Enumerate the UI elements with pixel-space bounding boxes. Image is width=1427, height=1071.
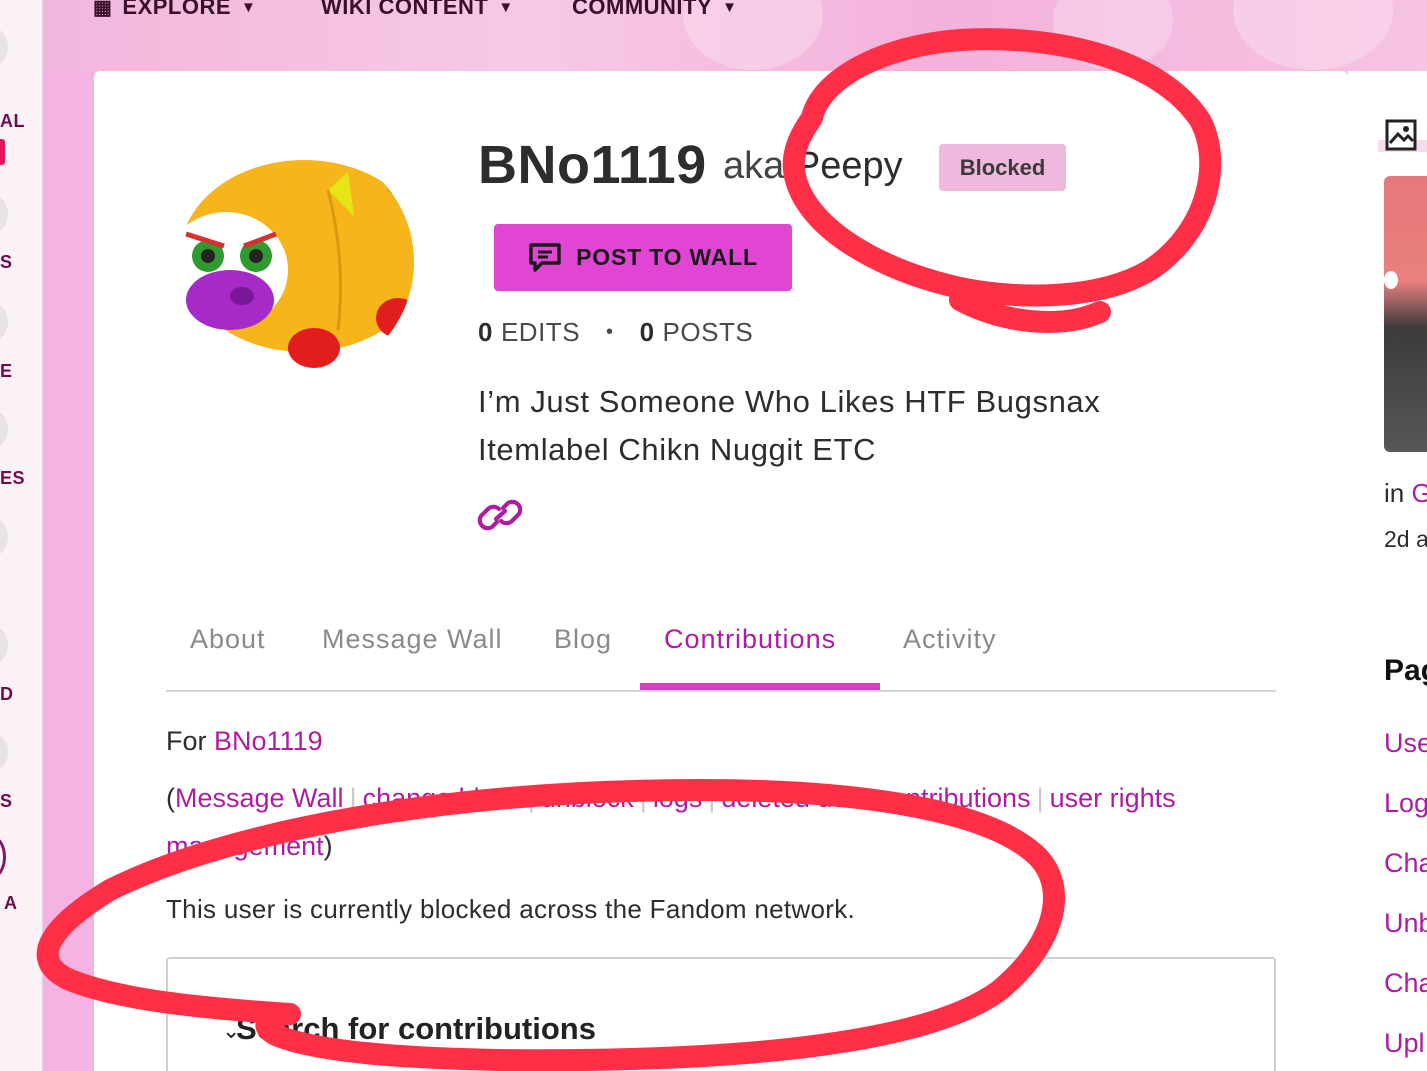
rail-tool-link[interactable]: Cha: [1384, 968, 1427, 999]
post-to-wall-button[interactable]: POST TO WALL: [494, 224, 792, 291]
tab-message-wall[interactable]: Message Wall: [322, 624, 503, 655]
posts-label: POSTS: [662, 317, 754, 347]
recent-image-thumbnail[interactable]: [1384, 176, 1427, 452]
user-avatar[interactable]: [178, 150, 430, 382]
bio-line: I’m Just Someone Who Likes HTF Bugsnax: [478, 384, 1101, 419]
post-to-wall-label: POST TO WALL: [576, 244, 758, 270]
message-wall-link[interactable]: Message Wall: [175, 783, 344, 813]
tab-about[interactable]: About: [190, 624, 266, 655]
rail-heading: Pag: [1384, 654, 1427, 687]
rail-icon[interactable]: [0, 733, 8, 771]
edits-count: 0: [478, 317, 493, 347]
rail-in-prefix: in: [1384, 478, 1405, 508]
rail-label[interactable]: A: [4, 893, 18, 914]
for-prefix: For: [166, 726, 207, 756]
link-separator: |: [639, 783, 647, 813]
rail-label[interactable]: ES: [0, 468, 25, 489]
banner-art: [1233, 0, 1393, 70]
nav-wiki-content-label: WIKI CONTENT: [321, 0, 489, 19]
nav-explore-label: EXPLORE: [122, 0, 232, 19]
rail-tool-link[interactable]: Use: [1384, 728, 1427, 759]
nav-community[interactable]: COMMUNITY ▼: [572, 0, 738, 20]
profile-username: BNo1119: [478, 135, 707, 195]
profile-stats: 0 EDITS • 0 POSTS: [478, 317, 753, 348]
for-user-link[interactable]: BNo1119: [214, 726, 323, 756]
rail-in-link[interactable]: G: [1411, 478, 1427, 508]
caret-down-icon: ▼: [498, 0, 514, 16]
tab-contributions[interactable]: Contributions: [664, 624, 836, 655]
aka-name: Peepy: [794, 145, 903, 187]
banner-art: [1053, 0, 1173, 70]
rail-tool-link[interactable]: Log: [1384, 788, 1427, 819]
nav-explore[interactable]: ▦ EXPLORE ▼: [93, 0, 256, 20]
rail-icon[interactable]: [0, 626, 8, 664]
blocked-notice: This user is currently blocked across th…: [166, 894, 856, 924]
profile-bio: I’m Just Someone Who Likes HTF Bugsnax I…: [478, 378, 1178, 474]
contributions-for: For BNo1119: [166, 726, 323, 757]
tab-blog[interactable]: Blog: [554, 624, 612, 655]
rail-icon[interactable]: [0, 195, 8, 233]
link-separator: |: [1036, 783, 1044, 813]
tab-activity[interactable]: Activity: [903, 624, 997, 655]
nav-wiki-content[interactable]: WIKI CONTENT ▼: [321, 0, 514, 20]
status-badge: Blocked: [939, 144, 1066, 191]
speech-bubble-icon: [529, 242, 561, 272]
user-tool-links: (Message Wall | change block | unblock | logs |…: [166, 783, 1176, 861]
logs-link[interactable]: logs: [653, 783, 703, 813]
aka-label: aka: [723, 145, 785, 187]
caret-down-icon: ▼: [722, 0, 738, 16]
rail-tool-link[interactable]: Upl: [1384, 1028, 1425, 1059]
caret-down-icon: ▼: [241, 0, 257, 16]
rail-label[interactable]: S: [0, 252, 13, 273]
rail-post-time: 2d a: [1384, 526, 1427, 552]
deleted-user-link[interactable]: deleted user: [721, 783, 870, 813]
unblock-link[interactable]: unblock: [541, 783, 634, 813]
rail-label[interactable]: S: [0, 791, 13, 812]
rail-label[interactable]: AL: [0, 111, 25, 132]
rail-tool-link[interactable]: Unb: [1384, 908, 1427, 939]
rail-icon[interactable]: [0, 28, 8, 66]
rail-icon[interactable]: [0, 303, 8, 341]
rail-icon[interactable]: [0, 410, 8, 448]
book-icon: ▦: [93, 0, 113, 19]
rail-tool-link[interactable]: Cha: [1384, 848, 1427, 879]
left-community-rail: AL S E ES D S A: [0, 0, 43, 1071]
profile-tabs: About Message Wall Blog Contributions Ac…: [166, 610, 1276, 692]
stats-separator: •: [606, 321, 614, 343]
bio-line: Itemlabel Chikn Nuggit ETC: [478, 432, 877, 467]
search-contributions-title[interactable]: Search for contributions: [236, 1011, 596, 1047]
rail-icon[interactable]: [0, 518, 8, 556]
profile-aka: aka Peepy: [723, 145, 903, 188]
notification-badge: [0, 139, 5, 165]
wiki-avatar-ring[interactable]: [0, 836, 6, 878]
link-separator: |: [527, 783, 535, 813]
link-icon[interactable]: [476, 491, 526, 539]
edits-label: EDITS: [500, 317, 581, 347]
link-separator: |: [349, 783, 357, 813]
community-header: ▦ EXPLORE ▼ WIKI CONTENT ▼ COMMUNITY ▼: [43, 0, 1427, 72]
deleted-contributions-link[interactable]: contributions: [877, 783, 1030, 813]
nav-community-label: COMMUNITY: [572, 0, 713, 19]
link-separator: |: [708, 783, 716, 813]
rail-post-meta: in G: [1384, 478, 1427, 509]
active-tab-indicator: [640, 683, 880, 690]
change-block-link[interactable]: change block: [363, 783, 522, 813]
rail-label[interactable]: D: [0, 684, 14, 705]
posts-count: 0: [639, 317, 655, 347]
image-icon[interactable]: [1385, 119, 1417, 151]
rail-label[interactable]: E: [0, 361, 13, 382]
